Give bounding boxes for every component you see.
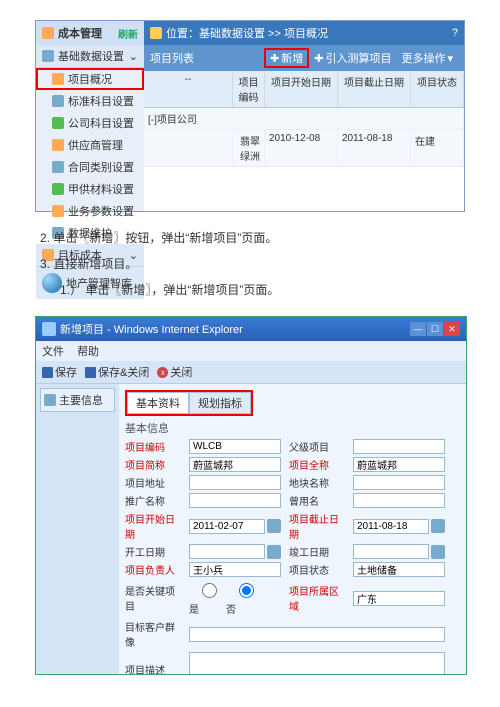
menubar: 文件 帮助 (36, 341, 466, 361)
start-date-input[interactable] (189, 519, 265, 534)
more-button[interactable]: 更多操作 ▾ (396, 49, 458, 67)
sidebar: 成本管理 刷新 基础数据设置⌄ 项目概况 标准科目设置 公司科目设置 供应商管理… (36, 21, 144, 211)
menu-help[interactable]: 帮助 (77, 346, 99, 358)
screenshot-dialog: 新增项目 - Windows Internet Explorer — ☐ ✕ 文… (35, 316, 467, 675)
folder-icon (42, 50, 54, 62)
sidebar-item-material[interactable]: 甲供材料设置 (36, 178, 144, 200)
key-radio-group: 是否 (189, 580, 281, 616)
table-header: -- 项目编码 项目开始日期 项目截止日期 项目状态 (144, 71, 464, 108)
table-row[interactable]: 翡翠绿洲 2010-12-08 2011-08-18 在建 (144, 130, 464, 167)
desc-textarea[interactable] (189, 652, 445, 674)
chevron-icon: ⌄ (129, 50, 138, 63)
doc-icon (52, 161, 64, 173)
close-icon: x (157, 367, 168, 378)
doc-icon (52, 183, 64, 195)
list-title: 项目列表 (150, 50, 194, 66)
tab-plan[interactable]: 规划指标 (189, 392, 251, 414)
home-icon (150, 27, 162, 39)
key-yes-radio[interactable] (194, 583, 225, 598)
calendar-icon[interactable] (431, 545, 445, 559)
minimize-button[interactable]: — (410, 322, 426, 336)
doc-icon (52, 95, 64, 107)
dialog-toolbar: 保存 保存&关闭 x关闭 (36, 361, 466, 384)
owner-input[interactable] (189, 562, 281, 577)
calendar-icon[interactable] (267, 545, 281, 559)
app-icon (42, 27, 54, 39)
fullname-input[interactable] (353, 457, 445, 472)
table-group-row[interactable]: [-]项目公司 (144, 108, 464, 130)
doc-icon (52, 73, 64, 85)
doc-icon (44, 394, 56, 406)
status-input[interactable] (353, 562, 445, 577)
menu-file[interactable]: 文件 (42, 346, 64, 358)
promo-input[interactable] (189, 493, 281, 508)
nav-main-info[interactable]: 主要信息 (40, 388, 115, 412)
save-close-button[interactable]: 保存&关闭 (85, 364, 149, 380)
sidebar-item-supplier[interactable]: 供应商管理 (36, 134, 144, 156)
addr-input[interactable] (189, 475, 281, 490)
save-button[interactable]: 保存 (42, 364, 77, 380)
sidebar-item-biz-param[interactable]: 业务参数设置 (36, 200, 144, 222)
instruction-text: 2. 单击〖新增〗按钮，弹出“新增项目”页面。 3. 直接新增项目。 1.） 单… (35, 212, 465, 316)
sidebar-item-company-subject[interactable]: 公司科目设置 (36, 112, 144, 134)
main-panel: 位置：基础数据设置 >> 项目概况? 项目列表 ✚ 新增 ✚ 引入测算项目 更多… (144, 21, 464, 211)
tab-basic[interactable]: 基本资料 (127, 392, 189, 414)
disk-icon (42, 367, 53, 378)
name-input[interactable] (189, 457, 281, 472)
breadcrumb: 位置：基础数据设置 >> 项目概况? (144, 21, 464, 45)
section-base-data[interactable]: 基础数据设置⌄ (36, 45, 144, 68)
build-start-input[interactable] (189, 544, 265, 559)
close-button[interactable]: ✕ (444, 322, 460, 336)
refresh-link[interactable]: 刷新 (118, 26, 138, 41)
form-area: 基本资料 规划指标 基本信息 项目编码 父级项目 项目简称 项目全称 项目地址 … (119, 384, 466, 674)
tab-strip: 基本资料 规划指标 (125, 390, 253, 416)
parent-input[interactable] (353, 439, 445, 454)
globe-icon (42, 273, 62, 293)
close-button[interactable]: x关闭 (157, 364, 192, 380)
form-grid: 项目编码 父级项目 项目简称 项目全称 项目地址 地块名称 推广名称 曾用名 项… (125, 439, 460, 674)
doc-icon (52, 139, 64, 151)
fieldset-title: 基本信息 (125, 420, 460, 436)
ie-icon (42, 322, 56, 336)
key-no-radio[interactable] (231, 583, 262, 598)
region-input[interactable] (353, 591, 445, 606)
sidebar-item-project-overview[interactable]: 项目概况 (36, 68, 144, 90)
sidebar-item-std-subject[interactable]: 标准科目设置 (36, 90, 144, 112)
new-button[interactable]: ✚ 新增 (264, 48, 309, 68)
window-title: 新增项目 - Windows Internet Explorer (60, 321, 243, 337)
plot-input[interactable] (353, 475, 445, 490)
screenshot-tree-panel: 成本管理 刷新 基础数据设置⌄ 项目概况 标准科目设置 公司科目设置 供应商管理… (35, 20, 465, 212)
customer-input[interactable] (189, 627, 445, 642)
disk-icon (85, 367, 96, 378)
dialog-nav: 主要信息 (36, 384, 119, 674)
app-title-text: 成本管理 (58, 25, 102, 41)
doc-icon (52, 205, 64, 217)
doc-icon (52, 117, 64, 129)
help-icon[interactable]: ? (452, 27, 458, 39)
sidebar-item-contract-type[interactable]: 合同类别设置 (36, 156, 144, 178)
maximize-button[interactable]: ☐ (427, 322, 443, 336)
import-button[interactable]: ✚ 引入测算项目 (309, 49, 396, 67)
alias-input[interactable] (353, 493, 445, 508)
end-date-input[interactable] (353, 519, 429, 534)
app-title: 成本管理 刷新 (36, 21, 144, 45)
code-input[interactable] (189, 439, 281, 454)
calendar-icon[interactable] (431, 519, 445, 533)
calendar-icon[interactable] (267, 519, 281, 533)
list-toolbar: 项目列表 ✚ 新增 ✚ 引入测算项目 更多操作 ▾ (144, 45, 464, 71)
window-titlebar: 新增项目 - Windows Internet Explorer — ☐ ✕ (36, 317, 466, 341)
build-end-input[interactable] (353, 544, 429, 559)
